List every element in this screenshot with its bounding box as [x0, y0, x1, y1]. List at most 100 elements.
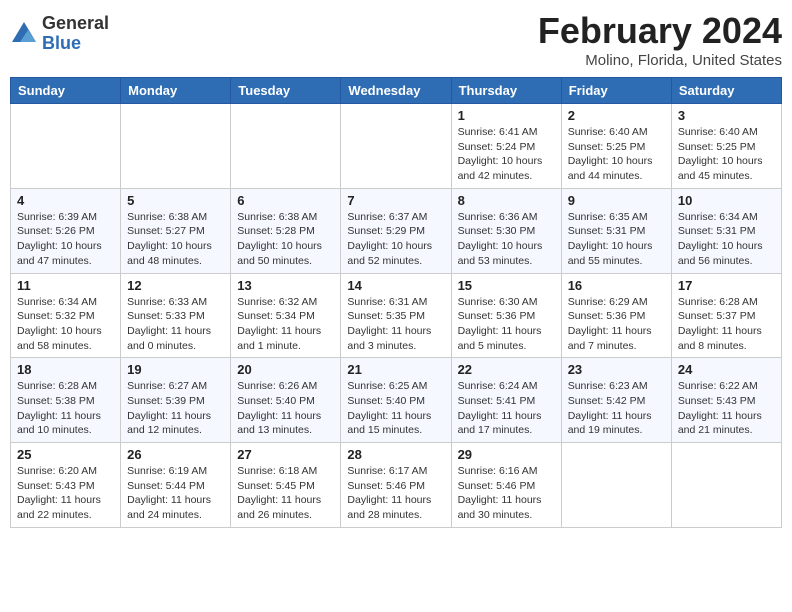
calendar-cell: 20 Sunrise: 6:26 AM Sunset: 5:40 PM Dayli… — [231, 358, 341, 443]
day-info: Sunrise: 6:34 AM Sunset: 5:31 PM Dayligh… — [678, 210, 775, 269]
calendar-cell: 9Sunrise: 6:35 AM Sunset: 5:31 PM Daylig… — [561, 188, 671, 273]
calendar-cell: 2 Sunrise: 6:40 AM Sunset: 5:25 PM Daylig… — [561, 104, 671, 189]
day-info: Sunrise: 6:34 AM Sunset: 5:32 PM Dayligh… — [17, 295, 114, 354]
calendar-cell: 24 Sunrise: 6:22 AM Sunset: 5:43 PM Dayli… — [671, 358, 781, 443]
day-number: 17 — [678, 278, 775, 293]
day-number: 5 — [127, 193, 224, 208]
day-info: Sunrise: 6:16 AM Sunset: 5:46 PM Dayligh… — [458, 464, 555, 523]
day-info: Sunrise: 6:37 AM Sunset: 5:29 PM Dayligh… — [347, 210, 444, 269]
calendar-cell: 3Sunrise: 6:40 AM Sunset: 5:25 PM Daylig… — [671, 104, 781, 189]
calendar-table: SundayMondayTuesdayWednesdayThursdayFrid… — [10, 77, 782, 528]
day-number: 14 — [347, 278, 444, 293]
calendar-week-row: 1 Sunrise: 6:41 AM Sunset: 5:24 PM Daylig… — [11, 104, 782, 189]
day-number: 10 — [678, 193, 775, 208]
day-number: 25 — [17, 447, 114, 462]
day-number: 6 — [237, 193, 334, 208]
calendar-cell: 4 Sunrise: 6:39 AM Sunset: 5:26 PM Daylig… — [11, 188, 121, 273]
calendar-header-monday: Monday — [121, 78, 231, 104]
calendar-cell — [121, 104, 231, 189]
day-number: 19 — [127, 362, 224, 377]
day-info: Sunrise: 6:26 AM Sunset: 5:40 PM Dayligh… — [237, 379, 334, 438]
calendar-cell: 18Sunrise: 6:28 AM Sunset: 5:38 PM Dayli… — [11, 358, 121, 443]
calendar-cell: 29 Sunrise: 6:16 AM Sunset: 5:46 PM Dayli… — [451, 443, 561, 528]
day-info: Sunrise: 6:32 AM Sunset: 5:34 PM Dayligh… — [237, 295, 334, 354]
day-number: 23 — [568, 362, 665, 377]
calendar-cell — [561, 443, 671, 528]
day-number: 26 — [127, 447, 224, 462]
day-info: Sunrise: 6:19 AM Sunset: 5:44 PM Dayligh… — [127, 464, 224, 523]
calendar-cell — [671, 443, 781, 528]
day-number: 20 — [237, 362, 334, 377]
calendar-week-row: 18Sunrise: 6:28 AM Sunset: 5:38 PM Dayli… — [11, 358, 782, 443]
calendar-cell: 15Sunrise: 6:30 AM Sunset: 5:36 PM Dayli… — [451, 273, 561, 358]
calendar-week-row: 25Sunrise: 6:20 AM Sunset: 5:43 PM Dayli… — [11, 443, 782, 528]
day-info: Sunrise: 6:33 AM Sunset: 5:33 PM Dayligh… — [127, 295, 224, 354]
day-info: Sunrise: 6:38 AM Sunset: 5:28 PM Dayligh… — [237, 210, 334, 269]
calendar-cell: 27 Sunrise: 6:18 AM Sunset: 5:45 PM Dayli… — [231, 443, 341, 528]
calendar-cell: 12 Sunrise: 6:33 AM Sunset: 5:33 PM Dayli… — [121, 273, 231, 358]
calendar-cell: 13 Sunrise: 6:32 AM Sunset: 5:34 PM Dayli… — [231, 273, 341, 358]
calendar-cell — [341, 104, 451, 189]
day-number: 29 — [458, 447, 555, 462]
logo-text: General Blue — [42, 14, 109, 54]
day-number: 1 — [458, 108, 555, 123]
day-info: Sunrise: 6:40 AM Sunset: 5:25 PM Dayligh… — [568, 125, 665, 184]
day-number: 27 — [237, 447, 334, 462]
calendar-header-saturday: Saturday — [671, 78, 781, 104]
calendar-cell: 1 Sunrise: 6:41 AM Sunset: 5:24 PM Daylig… — [451, 104, 561, 189]
day-number: 21 — [347, 362, 444, 377]
day-info: Sunrise: 6:28 AM Sunset: 5:37 PM Dayligh… — [678, 295, 775, 354]
calendar-cell: 17 Sunrise: 6:28 AM Sunset: 5:37 PM Dayli… — [671, 273, 781, 358]
day-info: Sunrise: 6:41 AM Sunset: 5:24 PM Dayligh… — [458, 125, 555, 184]
day-number: 3 — [678, 108, 775, 123]
day-info: Sunrise: 6:23 AM Sunset: 5:42 PM Dayligh… — [568, 379, 665, 438]
calendar-cell: 22Sunrise: 6:24 AM Sunset: 5:41 PM Dayli… — [451, 358, 561, 443]
day-number: 2 — [568, 108, 665, 123]
day-info: Sunrise: 6:17 AM Sunset: 5:46 PM Dayligh… — [347, 464, 444, 523]
day-info: Sunrise: 6:24 AM Sunset: 5:41 PM Dayligh… — [458, 379, 555, 438]
logo-icon — [10, 20, 38, 48]
day-number: 12 — [127, 278, 224, 293]
page-header: General Blue February 2024 Molino, Flori… — [10, 10, 782, 69]
calendar-cell — [231, 104, 341, 189]
calendar-header-sunday: Sunday — [11, 78, 121, 104]
calendar-cell: 19 Sunrise: 6:27 AM Sunset: 5:39 PM Dayli… — [121, 358, 231, 443]
day-info: Sunrise: 6:27 AM Sunset: 5:39 PM Dayligh… — [127, 379, 224, 438]
calendar-week-row: 4 Sunrise: 6:39 AM Sunset: 5:26 PM Daylig… — [11, 188, 782, 273]
logo-general-text: General — [42, 13, 109, 33]
calendar-cell: 23 Sunrise: 6:23 AM Sunset: 5:42 PM Dayli… — [561, 358, 671, 443]
calendar-cell: 10 Sunrise: 6:34 AM Sunset: 5:31 PM Dayli… — [671, 188, 781, 273]
day-info: Sunrise: 6:22 AM Sunset: 5:43 PM Dayligh… — [678, 379, 775, 438]
day-number: 8 — [458, 193, 555, 208]
calendar-header-tuesday: Tuesday — [231, 78, 341, 104]
day-info: Sunrise: 6:39 AM Sunset: 5:26 PM Dayligh… — [17, 210, 114, 269]
day-number: 13 — [237, 278, 334, 293]
subtitle: Molino, Florida, United States — [538, 52, 782, 69]
day-info: Sunrise: 6:29 AM Sunset: 5:36 PM Dayligh… — [568, 295, 665, 354]
day-info: Sunrise: 6:38 AM Sunset: 5:27 PM Dayligh… — [127, 210, 224, 269]
day-number: 7 — [347, 193, 444, 208]
day-number: 16 — [568, 278, 665, 293]
day-info: Sunrise: 6:31 AM Sunset: 5:35 PM Dayligh… — [347, 295, 444, 354]
day-number: 28 — [347, 447, 444, 462]
calendar-cell: 28 Sunrise: 6:17 AM Sunset: 5:46 PM Dayli… — [341, 443, 451, 528]
calendar-header-wednesday: Wednesday — [341, 78, 451, 104]
main-title: February 2024 — [538, 10, 782, 52]
calendar-cell: 6 Sunrise: 6:38 AM Sunset: 5:28 PM Daylig… — [231, 188, 341, 273]
calendar-cell: 8 Sunrise: 6:36 AM Sunset: 5:30 PM Daylig… — [451, 188, 561, 273]
day-info: Sunrise: 6:36 AM Sunset: 5:30 PM Dayligh… — [458, 210, 555, 269]
day-number: 4 — [17, 193, 114, 208]
calendar-cell: 26 Sunrise: 6:19 AM Sunset: 5:44 PM Dayli… — [121, 443, 231, 528]
logo-blue-text: Blue — [42, 33, 81, 53]
day-number: 24 — [678, 362, 775, 377]
calendar-cell: 16 Sunrise: 6:29 AM Sunset: 5:36 PM Dayli… — [561, 273, 671, 358]
calendar-cell: 7 Sunrise: 6:37 AM Sunset: 5:29 PM Daylig… — [341, 188, 451, 273]
calendar-cell: 21Sunrise: 6:25 AM Sunset: 5:40 PM Dayli… — [341, 358, 451, 443]
day-number: 11 — [17, 278, 114, 293]
logo: General Blue — [10, 14, 109, 54]
calendar-header-friday: Friday — [561, 78, 671, 104]
calendar-cell: 11 Sunrise: 6:34 AM Sunset: 5:32 PM Dayli… — [11, 273, 121, 358]
day-info: Sunrise: 6:18 AM Sunset: 5:45 PM Dayligh… — [237, 464, 334, 523]
day-number: 9 — [568, 193, 665, 208]
calendar-cell — [11, 104, 121, 189]
